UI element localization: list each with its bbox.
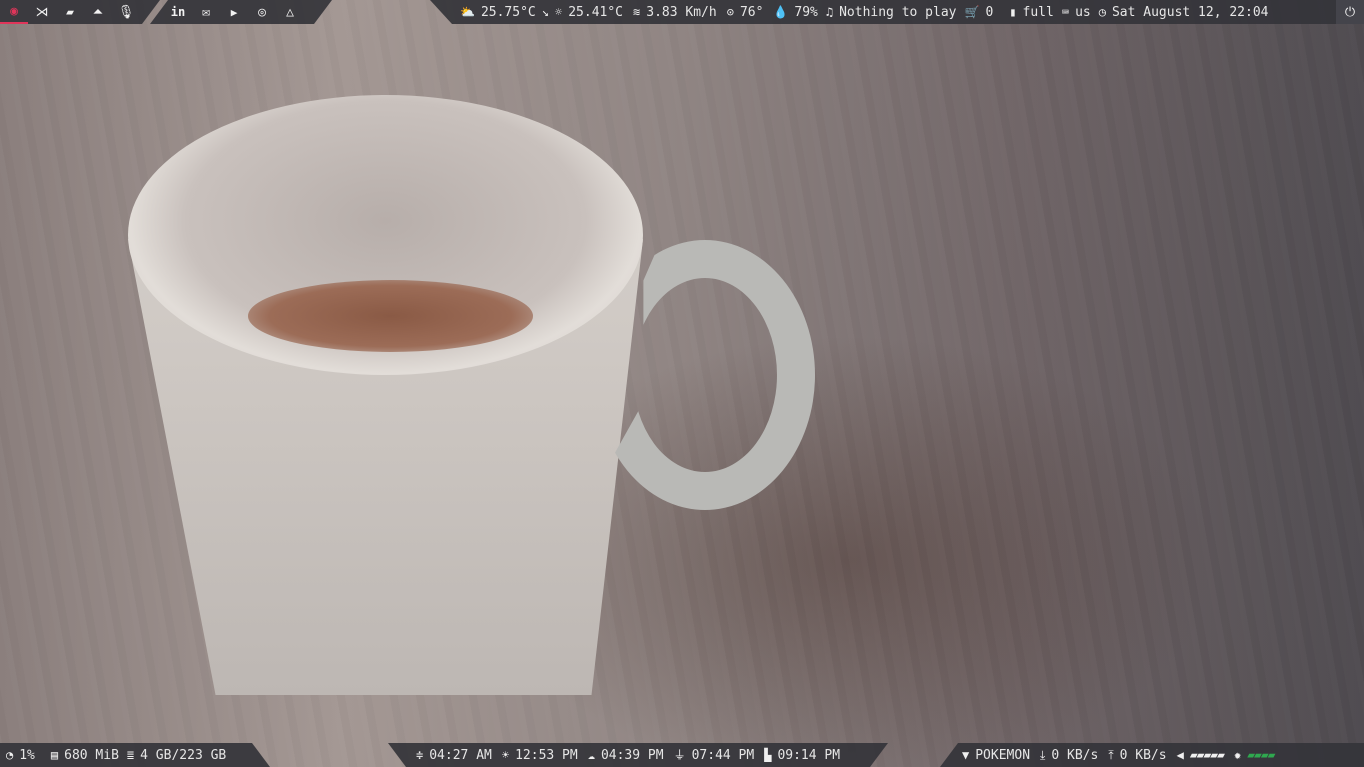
bedtime-widget: ▙ 09:14 PM bbox=[764, 748, 840, 763]
feels-temp: 25.41°C bbox=[568, 4, 624, 20]
folder-icon[interactable]: ▰ bbox=[56, 0, 84, 24]
wifi-icon: ▼ bbox=[962, 748, 970, 762]
humidity-value: 79% bbox=[794, 4, 818, 20]
dawn-icon: ≑ bbox=[416, 748, 424, 762]
download-speed: 0 KB/s bbox=[1051, 747, 1099, 763]
dawn-widget: ≑ 04:27 AM bbox=[416, 748, 492, 763]
player-status: Nothing to play bbox=[839, 4, 957, 20]
database-icon: ≣ bbox=[126, 748, 135, 762]
wind-widget: ≋ 3.83 Km/h bbox=[633, 5, 717, 20]
sunrise-widget: ☀ 12:53 PM bbox=[502, 748, 578, 763]
sunset-icon: ☁ bbox=[587, 748, 595, 762]
cpu-widget: ◔ 1% bbox=[6, 748, 35, 763]
trend-down-icon: ↘ bbox=[541, 5, 549, 19]
drive-icon[interactable]: △ bbox=[276, 0, 304, 24]
updates-count: 0 bbox=[985, 4, 994, 20]
keyboard-layout: us bbox=[1075, 4, 1091, 20]
download-widget: ⤓ 0 KB/s bbox=[1040, 748, 1098, 763]
battery-widget: ▮ full bbox=[1009, 5, 1054, 20]
music-off-icon: ♫ bbox=[825, 5, 834, 19]
sunrise-time: 12:53 PM bbox=[515, 747, 578, 763]
weather-temp: 25.75°C bbox=[480, 4, 536, 20]
battery-status: full bbox=[1022, 4, 1054, 20]
compass-icon: ⊙ bbox=[726, 5, 734, 19]
direction-widget: ⊙ 76° bbox=[727, 5, 764, 20]
weather-widget[interactable]: ⛅ 25.75°C bbox=[460, 5, 536, 20]
dawn-time: 04:27 AM bbox=[429, 747, 492, 763]
vlc-icon[interactable]: ⏶ bbox=[84, 0, 112, 24]
wifi-widget[interactable]: ▼ POKEMON bbox=[962, 748, 1030, 763]
keyboard-icon: ⌨ bbox=[1061, 5, 1070, 19]
brightness-level-bars: ▰▰▰▰ bbox=[1247, 747, 1275, 763]
wind-speed: 3.83 Km/h bbox=[646, 4, 717, 20]
battery-icon: ▮ bbox=[1009, 5, 1017, 19]
datetime: Sat August 12, 22:04 bbox=[1111, 4, 1269, 20]
bottom-right-bar: ▼ POKEMON ⤓ 0 KB/s ⤒ 0 KB/s ◀ ▰▰▰▰▰ ✹ ▰▰… bbox=[940, 743, 1364, 767]
dusk-time: 07:44 PM bbox=[691, 747, 755, 763]
sun-icon: ☼ bbox=[554, 5, 563, 19]
top-right-bar: ⛅ 25.75°C ↘ ☼ 25.41°C ≋ 3.83 Km/h ⊙ 76° … bbox=[430, 0, 1364, 24]
top-links-bar: in ✉ ▶ ◎ △ bbox=[150, 0, 332, 24]
media-player-widget[interactable]: ♫ Nothing to play bbox=[826, 5, 957, 20]
youtube-icon[interactable]: ▶ bbox=[220, 0, 248, 24]
memory-widget: ▤ 680 MiB bbox=[51, 748, 119, 763]
volume-widget[interactable]: ◀ ▰▰▰▰▰ bbox=[1176, 747, 1225, 763]
humidity-widget: 💧 79% bbox=[773, 5, 817, 20]
app-menu-icon[interactable]: ◉ bbox=[0, 0, 28, 24]
brightness-icon: ✹ bbox=[1233, 748, 1242, 762]
droplet-icon: 💧 bbox=[773, 5, 789, 19]
sunset-widget: ☁ 04:39 PM bbox=[588, 748, 664, 763]
download-icon: ⤓ bbox=[1040, 748, 1046, 762]
brightness-widget[interactable]: ✹ ▰▰▰▰ bbox=[1233, 747, 1276, 763]
sunrise-icon: ☀ bbox=[501, 748, 510, 762]
wallpaper-mug bbox=[128, 95, 643, 695]
discord-icon[interactable]: ◎ bbox=[248, 0, 276, 24]
linkedin-icon[interactable]: in bbox=[164, 0, 192, 24]
volume-level-bars: ▰▰▰▰▰ bbox=[1189, 747, 1225, 763]
cpu-usage: 1% bbox=[19, 747, 35, 763]
disk-widget: ≣ 4 GB/223 GB bbox=[127, 748, 226, 763]
clock-widget[interactable]: ◷ Sat August 12, 22:04 bbox=[1099, 5, 1269, 20]
dusk-icon: ⏚ bbox=[673, 748, 686, 762]
speaker-icon: ◀ bbox=[1176, 748, 1184, 762]
bottom-center-bar: ≑ 04:27 AM ☀ 12:53 PM ☁ 04:39 PM ⏚ 07:44… bbox=[388, 743, 888, 767]
updates-widget[interactable]: 🛒 0 bbox=[965, 5, 994, 20]
wifi-ssid: POKEMON bbox=[975, 747, 1031, 763]
disk-usage: 4 GB/223 GB bbox=[140, 747, 227, 763]
memory-usage: 680 MiB bbox=[64, 747, 119, 763]
mail-icon[interactable]: ✉ bbox=[192, 0, 220, 24]
cpu-gauge-icon: ◔ bbox=[6, 748, 14, 762]
memory-icon: ▤ bbox=[50, 748, 59, 762]
wind-direction: 76° bbox=[739, 4, 764, 20]
cart-icon: 🛒 bbox=[964, 5, 980, 19]
upload-speed: 0 KB/s bbox=[1119, 747, 1167, 763]
power-icon[interactable]: ⏻ bbox=[1336, 0, 1364, 24]
feels-like-widget: ☼ 25.41°C bbox=[555, 5, 623, 20]
wind-icon: ≋ bbox=[633, 5, 641, 19]
clock-icon: ◷ bbox=[1098, 5, 1106, 19]
microphone-icon[interactable]: 🎙 bbox=[112, 0, 140, 24]
bed-icon: ▙ bbox=[764, 748, 772, 762]
cloud-sun-icon: ⛅ bbox=[460, 5, 475, 19]
bottom-left-bar: ◔ 1% ▤ 680 MiB ≣ 4 GB/223 GB bbox=[0, 743, 270, 767]
upload-widget: ⤒ 0 KB/s bbox=[1108, 748, 1166, 763]
bedtime-time: 09:14 PM bbox=[777, 747, 841, 763]
upload-icon: ⤒ bbox=[1108, 748, 1114, 762]
sunset-time: 04:39 PM bbox=[600, 747, 664, 763]
top-left-bar: ◉ ⋊ ▰ ⏶ 🎙 bbox=[0, 0, 160, 24]
vscode-icon[interactable]: ⋊ bbox=[28, 0, 56, 24]
keyboard-layout-widget[interactable]: ⌨ us bbox=[1062, 5, 1091, 20]
dusk-widget: ⏚ 07:44 PM bbox=[674, 748, 755, 763]
